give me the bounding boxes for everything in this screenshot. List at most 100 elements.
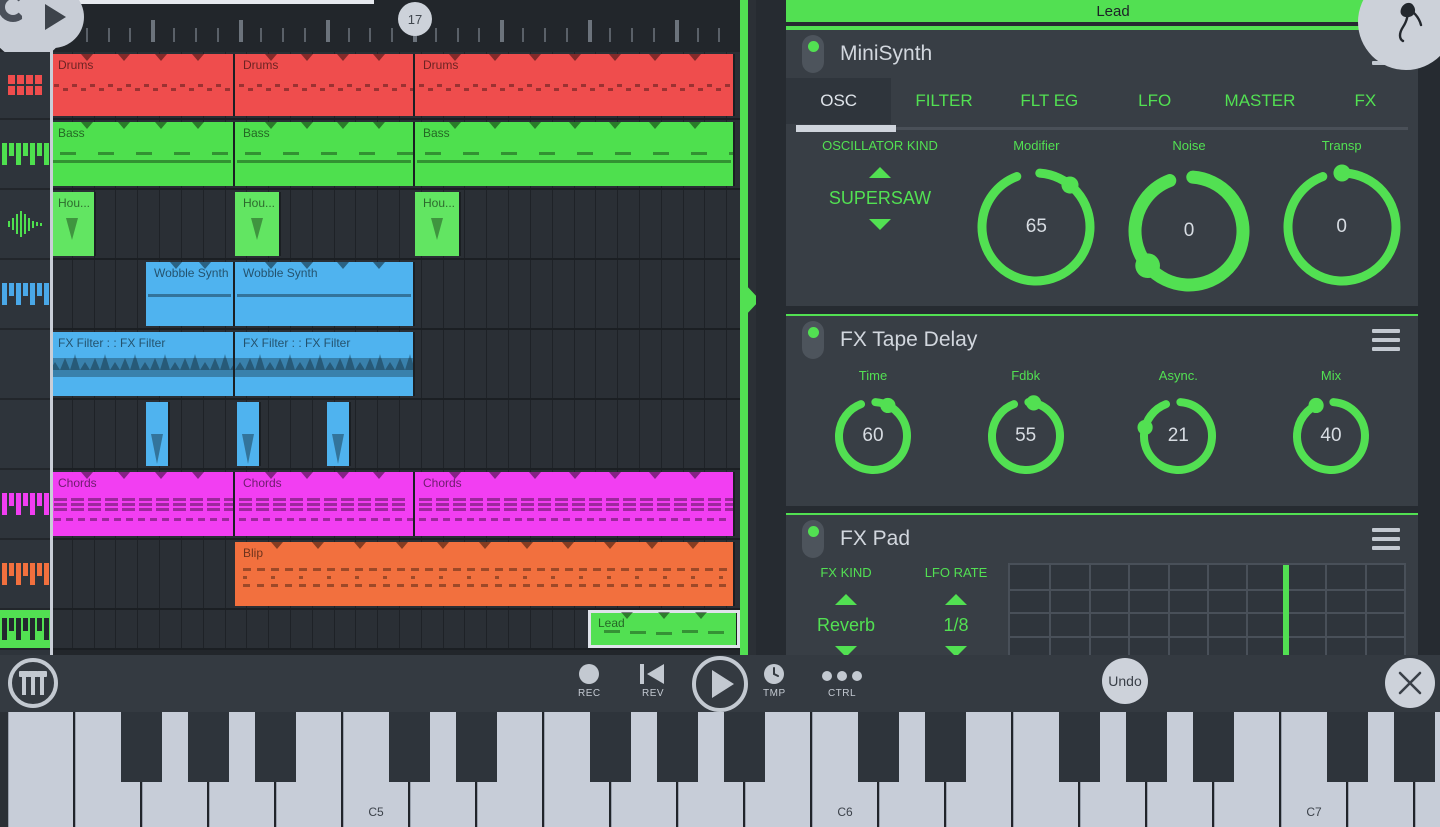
clip-Bass[interactable]: Bass <box>415 122 735 186</box>
undo-button[interactable]: Undo <box>1102 658 1148 704</box>
clip-Blip[interactable]: Blip <box>235 542 735 606</box>
clip-blip[interactable] <box>327 402 351 466</box>
piano-black-key-16[interactable] <box>1126 712 1168 782</box>
piano-black-key-19[interactable] <box>1327 712 1369 782</box>
tab-lfo[interactable]: LFO <box>1102 78 1207 124</box>
knob-mix[interactable]: 40 <box>1284 389 1378 483</box>
track-header-6[interactable] <box>0 470 50 540</box>
clip-blip[interactable] <box>146 402 170 466</box>
play-button[interactable] <box>692 656 748 712</box>
clip-Hou...[interactable]: Hou... <box>415 192 461 256</box>
track-header-5[interactable] <box>0 400 50 470</box>
tab-fx[interactable]: FX <box>1313 78 1418 124</box>
track-header-3[interactable] <box>0 260 50 330</box>
track-row-0[interactable]: DrumsDrumsDrums <box>50 52 748 120</box>
knob-async[interactable]: 21 <box>1131 389 1225 483</box>
piano-white-key-0[interactable] <box>8 712 75 827</box>
piano-black-key-13[interactable] <box>925 712 967 782</box>
selector-oscillatorkind[interactable]: OSCILLATOR KINDSUPERSAW <box>800 138 960 230</box>
knob-fdbk[interactable]: 55 <box>979 389 1073 483</box>
playlist-panel[interactable]: 17 DrumsDrumsDrumsBassBassBassHou...Hou.… <box>0 0 748 655</box>
track-header-7[interactable] <box>0 540 50 610</box>
track-row-5[interactable] <box>50 400 748 470</box>
hamburger-icon[interactable] <box>1372 329 1400 351</box>
bar-position-marker[interactable]: 17 <box>398 2 432 36</box>
clip-Drums[interactable]: Drums <box>50 54 235 116</box>
chevron-up-icon[interactable] <box>869 167 891 178</box>
clip-Wobble Synth[interactable]: Wobble Synth <box>235 262 415 326</box>
module-header[interactable]: FX Pad <box>786 515 1418 563</box>
tab-master[interactable]: MASTER <box>1207 78 1312 124</box>
clip-Chords[interactable]: Chords <box>235 472 415 536</box>
track-row-2[interactable]: Hou... Hou... Hou... <box>50 190 748 260</box>
record-button[interactable]: REC <box>578 663 601 699</box>
piano-black-key-1[interactable] <box>121 712 163 782</box>
knob-time[interactable]: 60 <box>826 389 920 483</box>
track-row-8[interactable]: Lead <box>50 610 748 650</box>
track-row-4[interactable]: FX Filter : : FX FilterFX Filter : : FX … <box>50 330 748 400</box>
track-header-column[interactable] <box>0 52 50 655</box>
rack-header-bar[interactable]: Lead <box>786 0 1440 22</box>
knob-transp[interactable]: 0 <box>1274 159 1410 295</box>
selector-fxkind[interactable]: FX KINDReverb <box>796 565 896 655</box>
piano-black-key-2[interactable] <box>188 712 230 782</box>
clip-Lead[interactable]: Lead <box>590 612 738 646</box>
module-header[interactable]: FX Tape Delay <box>786 316 1418 364</box>
module-tabs[interactable]: OSCFILTERFLT EGLFOMASTERFX <box>786 78 1418 124</box>
piano-black-key-6[interactable] <box>456 712 498 782</box>
piano-black-key-12[interactable] <box>858 712 900 782</box>
chevron-up-icon[interactable] <box>945 594 967 605</box>
track-row-7[interactable]: Blip <box>50 540 748 610</box>
clip-Hou...[interactable]: Hou... <box>235 192 281 256</box>
module-scrollbar[interactable] <box>796 125 896 132</box>
knob-noise[interactable]: 0 <box>1117 159 1261 303</box>
chevron-down-icon[interactable] <box>835 646 857 655</box>
power-toggle[interactable] <box>802 35 824 73</box>
piano-black-key-5[interactable] <box>389 712 431 782</box>
chevron-down-icon[interactable] <box>945 646 967 655</box>
selector-lforate[interactable]: LFO RATE1/8 <box>906 565 1006 655</box>
tab-osc[interactable]: OSC <box>786 78 891 124</box>
clip-FX Filter : : FX Filter[interactable]: FX Filter : : FX Filter <box>235 332 415 396</box>
track-header-4[interactable] <box>0 330 50 400</box>
clip-Bass[interactable]: Bass <box>235 122 415 186</box>
horizontal-scrollbar[interactable] <box>42 0 374 4</box>
track-row-1[interactable]: BassBassBass <box>50 120 748 190</box>
hamburger-icon[interactable] <box>1372 528 1400 550</box>
close-button[interactable] <box>1385 658 1435 708</box>
piano-black-key-9[interactable] <box>657 712 699 782</box>
clip-Drums[interactable]: Drums <box>415 54 735 116</box>
clip-Hou...[interactable]: Hou... <box>50 192 96 256</box>
playlist-grid[interactable]: DrumsDrumsDrumsBassBassBassHou...Hou...H… <box>50 52 748 655</box>
clip-Bass[interactable]: Bass <box>50 122 235 186</box>
track-header-1[interactable] <box>0 120 50 190</box>
tab-flteg[interactable]: FLT EG <box>997 78 1102 124</box>
clip-blip[interactable] <box>237 402 261 466</box>
piano-black-key-15[interactable] <box>1059 712 1101 782</box>
track-header-8[interactable] <box>0 610 50 650</box>
power-toggle[interactable] <box>802 321 824 359</box>
tempo-button[interactable]: TMP <box>763 663 786 699</box>
piano-keyboard[interactable]: C5C6C7 <box>0 712 1440 827</box>
track-header-0[interactable] <box>0 52 50 120</box>
clip-Chords[interactable]: Chords <box>50 472 235 536</box>
chevron-down-icon[interactable] <box>869 219 891 230</box>
clip-FX Filter : : FX Filter[interactable]: FX Filter : : FX Filter <box>50 332 235 396</box>
piano-black-key-20[interactable] <box>1394 712 1436 782</box>
power-toggle[interactable] <box>802 520 824 558</box>
knob-modifier[interactable]: 65 <box>968 159 1104 295</box>
track-row-6[interactable]: ChordsChordsChords <box>50 470 748 540</box>
mixer-faders-icon[interactable] <box>8 658 58 708</box>
controls-button[interactable]: CTRL <box>820 663 864 699</box>
track-header-2[interactable] <box>0 190 50 260</box>
clip-Drums[interactable]: Drums <box>235 54 415 116</box>
piano-black-key-17[interactable] <box>1193 712 1235 782</box>
piano-black-key-3[interactable] <box>255 712 297 782</box>
piano-black-key-8[interactable] <box>590 712 632 782</box>
piano-black-key-10[interactable] <box>724 712 766 782</box>
tab-filter[interactable]: FILTER <box>891 78 996 124</box>
fx-pad-grid[interactable] <box>1008 563 1406 655</box>
module-header[interactable]: MiniSynth <box>786 30 1418 78</box>
clip-Chords[interactable]: Chords <box>415 472 735 536</box>
clip-Wobble Synth[interactable]: Wobble Synth <box>146 262 235 326</box>
